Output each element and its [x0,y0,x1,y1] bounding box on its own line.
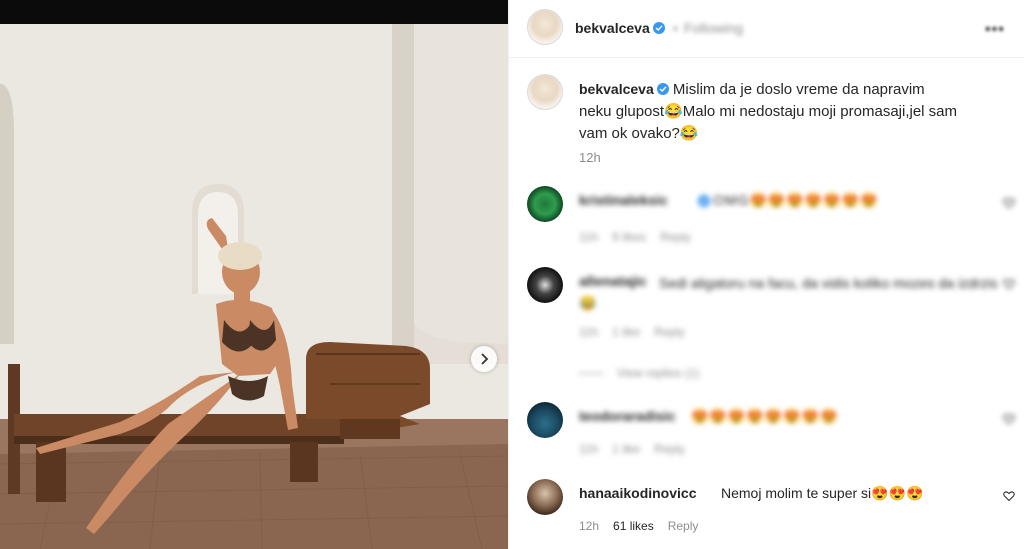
comment-likes[interactable]: 1 like [612,442,640,456]
author-username-text[interactable]: bekvalceva [575,20,650,36]
comment-text: Nemoj molim te super si😍😍😍 [721,485,924,501]
comment-likes[interactable]: 1 like [612,325,640,339]
heart-icon [1003,414,1015,425]
media-top-bar [0,0,508,24]
carousel-next-button[interactable] [471,346,497,372]
view-replies-button[interactable]: View replies (1) [579,366,699,380]
post-media [0,0,508,549]
replies-divider-line [579,373,603,375]
comment-time[interactable]: 11h [579,325,598,339]
comment-time[interactable]: 11h [579,230,598,244]
comment-avatar[interactable] [527,479,563,515]
heart-icon [1003,198,1015,209]
comment-username[interactable]: teodoraradisic [579,408,675,424]
post-panel: bekvalceva • Following ••• bekvalceva Mis… [508,0,1024,549]
heart-icon [1003,279,1015,290]
comment-text: OMG😍😍😍😍😍😍😍 [713,192,879,208]
comment-time[interactable]: 12h [579,519,599,533]
comment-text: Sedi aligatoru na facu, da vidis koliko … [579,275,998,311]
verified-badge-icon [656,83,669,95]
post-header: bekvalceva • Following ••• [509,0,1024,58]
caption-body: bekvalceva Mislim da je doslo vreme da n… [579,78,959,145]
comment-meta: 11h 1 like Reply [579,442,699,456]
comment-reply-button[interactable]: Reply [654,325,685,339]
like-comment-button[interactable] [1003,196,1015,212]
following-label[interactable]: Following [684,20,743,36]
heart-icon [1003,491,1015,502]
caption-author-avatar[interactable] [527,74,563,110]
comment-meta: 11h 9 likes Reply [579,230,705,244]
comment-username[interactable]: kristinaleksic [579,192,668,208]
chevron-right-icon [481,353,489,365]
comment-reply-button[interactable]: Reply [654,442,685,456]
caption-timestamp[interactable]: 12h [579,150,601,165]
author-avatar[interactable] [527,9,563,45]
verified-badge-icon [652,22,665,34]
comment-meta: 11h 1 like Reply [579,325,699,339]
comment-username[interactable]: hanaaikodinovicc [579,485,696,501]
comment-meta: 12h 61 likes Reply [579,519,712,533]
comment-text: 😍😍😍😍😍😍😍😍 [691,408,839,424]
comment-avatar[interactable] [527,267,563,303]
following-status[interactable]: • Following [673,20,743,36]
more-options-button[interactable]: ••• [985,21,1005,39]
like-comment-button[interactable] [1003,489,1015,505]
post-photo[interactable] [0,24,508,549]
comment-likes[interactable]: 9 likes [612,230,646,244]
comment-likes[interactable]: 61 likes [613,519,654,533]
author-username[interactable]: bekvalceva [575,20,665,36]
comment-avatar[interactable] [527,402,563,438]
like-comment-button[interactable] [1003,412,1015,428]
comment-avatar[interactable] [527,186,563,222]
photo-illustration [0,24,508,549]
caption-author-username[interactable]: bekvalceva [579,81,654,97]
like-comment-button[interactable] [1003,277,1015,293]
comment-reply-button[interactable]: Reply [668,519,699,533]
verified-badge-icon [698,195,710,207]
view-replies-label[interactable]: View replies (1) [617,366,699,380]
comment-time[interactable]: 11h [579,442,598,456]
comment-reply-button[interactable]: Reply [660,230,691,244]
